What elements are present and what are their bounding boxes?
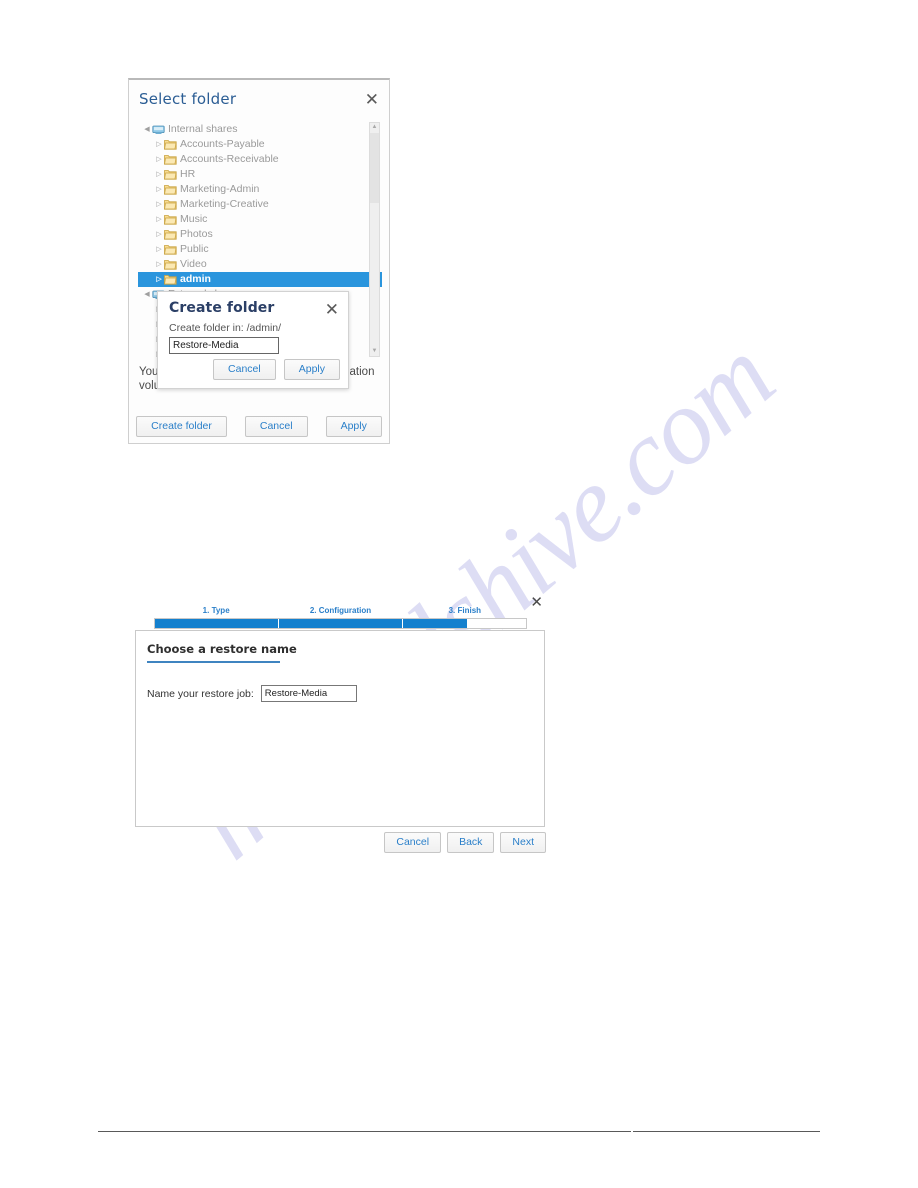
triangle-collapsed-icon[interactable]: ▷ — [154, 216, 164, 223]
folder-icon — [164, 139, 177, 150]
triangle-collapsed-icon[interactable]: ▷ — [154, 201, 164, 208]
chevron-up-icon[interactable]: ▲ — [370, 123, 379, 132]
tree-item[interactable]: ▷ Video — [138, 257, 370, 272]
wizard-section-title: Choose a restore name — [147, 642, 297, 656]
tree-item[interactable]: ▷ Accounts-Receivable — [138, 152, 370, 167]
triangle-collapsed-icon[interactable]: ▷ — [154, 276, 164, 283]
folder-icon — [164, 184, 177, 195]
tree-item-selected[interactable]: ▷ admin — [138, 272, 382, 287]
create-folder-path-label: Create folder in: /admin/ — [169, 322, 282, 334]
tree-item-label: Internal shares — [168, 123, 238, 135]
create-folder-modal: Create folder ✕ Create folder in: /admin… — [157, 291, 349, 389]
progress-fill — [403, 619, 467, 628]
triangle-collapsed-icon[interactable]: ▷ — [154, 261, 164, 268]
scrollbar-thumb[interactable] — [370, 133, 379, 203]
cancel-button[interactable]: Cancel — [244, 416, 308, 437]
triangle-collapsed-icon[interactable]: ▷ — [154, 156, 164, 163]
folder-icon — [164, 154, 177, 165]
select-folder-dialog: Select folder ✕ ◀ Internal shares ▷ Account… — [128, 78, 390, 444]
tree-item-label: Marketing-Creative — [180, 198, 269, 210]
close-icon[interactable]: ✕ — [325, 302, 339, 319]
section-underline — [147, 661, 280, 663]
triangle-collapsed-icon[interactable]: ▷ — [154, 186, 164, 193]
select-folder-header: Select folder ✕ — [129, 80, 389, 114]
page-footer-rule — [98, 1130, 820, 1133]
restore-job-name-input[interactable] — [260, 685, 357, 702]
create-folder-title: Create folder — [169, 300, 275, 316]
triangle-expanded-icon[interactable]: ◀ — [142, 291, 152, 298]
folder-icon — [164, 169, 177, 180]
wizard-progress-bar — [154, 618, 527, 629]
tree-item[interactable]: ▷ Marketing-Creative — [138, 197, 370, 212]
folder-icon — [164, 244, 177, 255]
folder-tree-scrollbar[interactable]: ▲ ▼ — [369, 122, 380, 357]
folder-icon — [164, 259, 177, 270]
tree-item-label: admin — [180, 273, 211, 285]
cancel-button[interactable]: Cancel — [213, 359, 276, 380]
create-folder-button[interactable]: Create folder — [136, 416, 227, 437]
tree-item[interactable]: ▷ Public — [138, 242, 370, 257]
close-icon[interactable]: ✕ — [365, 92, 379, 109]
folder-icon — [164, 214, 177, 225]
wizard-panel: Choose a restore name Name your restore … — [135, 630, 545, 827]
folder-icon — [164, 199, 177, 210]
triangle-collapsed-icon[interactable]: ▷ — [154, 231, 164, 238]
triangle-expanded-icon[interactable]: ◀ — [142, 126, 152, 133]
apply-button[interactable]: Apply — [283, 359, 340, 380]
close-icon[interactable]: ✕ — [530, 593, 543, 611]
select-folder-actions: Create folder Cancel Apply — [129, 416, 389, 437]
wizard-actions: Cancel Back Next — [384, 832, 546, 853]
tree-item-label: HR — [180, 168, 196, 180]
create-folder-actions: Cancel Apply — [213, 359, 340, 380]
wizard-progress-segment-1 — [155, 619, 279, 628]
tree-item[interactable]: ▷ Photos — [138, 227, 370, 242]
progress-fill — [279, 619, 402, 628]
cancel-button[interactable]: Cancel — [384, 832, 442, 853]
triangle-collapsed-icon[interactable]: ▷ — [154, 171, 164, 178]
tree-item[interactable]: ◀ Internal shares — [138, 122, 370, 137]
wizard-step-labels: 1. Type 2. Configuration 3. Finish — [154, 606, 527, 615]
tree-item-label: Video — [180, 258, 207, 270]
network-share-icon — [152, 124, 165, 135]
tree-item-label: Accounts-Receivable — [180, 153, 279, 165]
next-button[interactable]: Next — [500, 832, 546, 853]
apply-button[interactable]: Apply — [325, 416, 382, 437]
restore-job-name-label: Name your restore job: — [147, 687, 254, 700]
tree-item-label: Photos — [180, 228, 213, 240]
wizard-progress-segment-3 — [403, 619, 526, 628]
progress-fill — [155, 619, 278, 628]
tree-item[interactable]: ▷ Accounts-Payable — [138, 137, 370, 152]
tree-item-label: Marketing-Admin — [180, 183, 260, 195]
folder-name-input[interactable] — [169, 337, 279, 354]
tree-item[interactable]: ▷ HR — [138, 167, 370, 182]
select-folder-title: Select folder — [139, 90, 237, 108]
wizard-step-label-1[interactable]: 1. Type — [154, 606, 278, 615]
tree-item-label: Public — [180, 243, 209, 255]
triangle-collapsed-icon[interactable]: ▷ — [154, 246, 164, 253]
restore-wizard: ✕ 1. Type 2. Configuration 3. Finish Choos… — [130, 585, 560, 855]
back-button[interactable]: Back — [447, 832, 495, 853]
wizard-step-label-3[interactable]: 3. Finish — [403, 606, 527, 615]
wizard-step-label-2[interactable]: 2. Configuration — [278, 606, 402, 615]
tree-item[interactable]: ▷ Music — [138, 212, 370, 227]
tree-item-label: Accounts-Payable — [180, 138, 265, 150]
triangle-collapsed-icon[interactable]: ▷ — [154, 141, 164, 148]
restore-job-name-field: Name your restore job: — [147, 685, 357, 702]
tree-item-label: Music — [180, 213, 208, 225]
folder-icon — [164, 274, 177, 285]
footer-rule-gap — [631, 1130, 633, 1133]
wizard-progress-segment-2 — [279, 619, 403, 628]
tree-item[interactable]: ▷ Marketing-Admin — [138, 182, 370, 197]
folder-icon — [164, 229, 177, 240]
chevron-down-icon[interactable]: ▼ — [370, 347, 379, 356]
